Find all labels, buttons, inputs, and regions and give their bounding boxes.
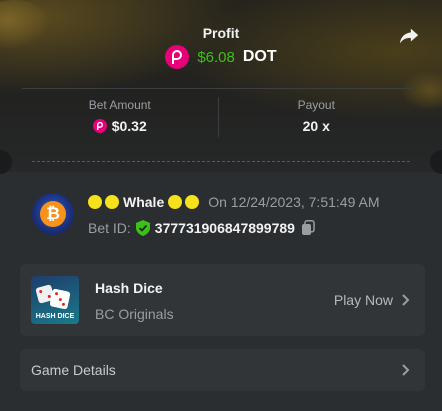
avatar[interactable]: ₿ bbox=[32, 193, 74, 235]
bet-amount-value: $0.32 bbox=[111, 118, 147, 134]
bet-id-label: Bet ID: bbox=[88, 220, 131, 236]
bet-amount-stat: Bet Amount $0.32 bbox=[22, 89, 218, 141]
bet-amount-label: Bet Amount bbox=[88, 98, 151, 112]
bet-stats: Bet Amount $0.32 Payout 20 x bbox=[22, 89, 414, 141]
emoji-icon bbox=[168, 195, 183, 209]
emoji-icon bbox=[105, 195, 119, 209]
dashed-divider bbox=[32, 161, 410, 162]
play-now-label: Play Now bbox=[333, 292, 393, 308]
verified-shield-icon bbox=[135, 220, 150, 236]
play-now-button[interactable]: Play Now bbox=[334, 292, 411, 308]
emoji-icon bbox=[88, 195, 102, 209]
polkadot-icon bbox=[165, 45, 190, 69]
bet-id-value: 377731906847899789 bbox=[154, 220, 295, 236]
chevron-right-icon bbox=[402, 294, 410, 306]
username[interactable]: Whale bbox=[123, 194, 164, 210]
polkadot-icon bbox=[92, 119, 107, 133]
bet-amount-value-row: $0.32 bbox=[92, 118, 147, 134]
bet-timestamp: On 12/24/2023, 7:51:49 AM bbox=[208, 194, 380, 210]
dice-icon bbox=[49, 288, 71, 310]
payout-label: Payout bbox=[297, 98, 335, 112]
bet-header: Profit $6.08 DOT Bet Amount $0.32 Payout… bbox=[0, 0, 442, 172]
share-icon[interactable] bbox=[398, 25, 420, 47]
game-card[interactable]: HASH DICE Hash Dice BC Originals Play No… bbox=[20, 264, 425, 336]
game-thumbnail[interactable]: HASH DICE bbox=[31, 276, 79, 324]
bet-id-line: Bet ID: 377731906847899789 bbox=[88, 220, 315, 236]
emoji-icon bbox=[185, 195, 200, 209]
game-thumb-text: HASH DICE bbox=[35, 313, 75, 320]
profit-amount: $6.08 bbox=[197, 48, 235, 66]
user-line: Whale On 12/24/2023, 7:51:49 AM bbox=[88, 194, 379, 210]
game-provider: BC Originals bbox=[95, 306, 174, 322]
game-details-label: Game Details bbox=[31, 362, 116, 378]
game-name: Hash Dice bbox=[95, 280, 163, 296]
profit-row: $6.08 DOT bbox=[0, 45, 442, 69]
bitcoin-icon: ₿ bbox=[40, 201, 66, 227]
payout-value: 20 x bbox=[302, 118, 330, 134]
payout-stat: Payout 20 x bbox=[219, 89, 415, 141]
chevron-right-icon bbox=[402, 364, 410, 376]
copy-icon[interactable] bbox=[301, 220, 315, 236]
profit-currency: DOT bbox=[242, 48, 277, 65]
game-details-row[interactable]: Game Details bbox=[20, 349, 425, 391]
profit-label: Profit bbox=[202, 25, 240, 41]
